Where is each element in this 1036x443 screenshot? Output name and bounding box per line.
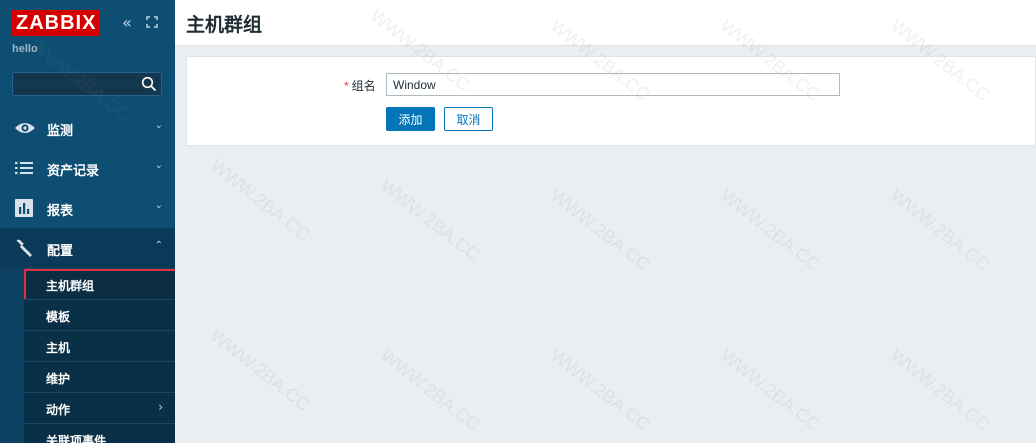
menu-item-label: 资产记录 xyxy=(47,163,100,178)
chevron-right-icon: › xyxy=(158,400,163,414)
submenu-item-label: 模板 xyxy=(46,310,71,324)
add-button[interactable]: 添加 xyxy=(386,107,435,131)
menu-item-inventory[interactable]: 资产记录 ⌄ xyxy=(0,148,175,188)
submenu-item-hosts[interactable]: 主机 xyxy=(24,330,175,361)
watermark-text: WWW.2BA.CC xyxy=(376,175,484,265)
watermark-text: WWW.2BA.CC xyxy=(546,345,654,435)
menu-item-monitoring[interactable]: 监测 ⌄ xyxy=(0,108,175,148)
submenu-item-label: 动作 xyxy=(46,403,71,417)
submenu-item-label: 维护 xyxy=(46,372,71,386)
submenu-item-label: 关联项事件 xyxy=(46,434,107,443)
group-name-input[interactable] xyxy=(386,73,840,96)
wrench-icon xyxy=(14,239,34,257)
watermark-text: WWW.2BA.CC xyxy=(716,185,824,275)
watermark-text: WWW.2BA.CC xyxy=(206,325,314,415)
menu-item-label: 配置 xyxy=(47,243,74,258)
cancel-button[interactable]: 取消 xyxy=(444,107,493,131)
menu-item-label: 报表 xyxy=(47,203,74,218)
list-icon xyxy=(14,159,34,177)
watermark-text: WWW.2BA.CC xyxy=(546,185,654,275)
submenu-item-label: 主机 xyxy=(46,341,71,355)
eye-icon xyxy=(14,119,35,137)
chevron-down-icon: ⌄ xyxy=(154,120,163,131)
group-name-label-text: 组名 xyxy=(351,79,376,93)
submenu-item-host-groups[interactable]: 主机群组 xyxy=(24,268,175,303)
kiosk-mode-icon[interactable] xyxy=(146,16,158,28)
collapse-sidebar-icon[interactable]: « xyxy=(120,14,134,32)
logo-row: ZABBIX xyxy=(12,10,101,36)
page-title: 主机群组 xyxy=(186,15,263,36)
configuration-submenu: 主机群组 模板 主机 维护 动作 › 关联项事件 xyxy=(24,268,175,443)
search-icon[interactable] xyxy=(141,76,157,92)
watermark-text: WWW.2BA.CC xyxy=(716,345,824,435)
server-name: hello xyxy=(12,43,38,55)
chevron-down-icon: ⌄ xyxy=(154,200,163,211)
submenu-strip xyxy=(0,268,24,443)
watermark-text: WWW.2BA.CC xyxy=(376,345,484,435)
submenu-item-actions[interactable]: 动作 › xyxy=(24,392,175,423)
chevron-down-icon: ⌄ xyxy=(154,160,163,171)
zabbix-logo[interactable]: ZABBIX xyxy=(12,10,101,36)
sidebar-search xyxy=(12,72,162,96)
submenu-item-label: 主机群组 xyxy=(46,279,95,293)
submenu-item-templates[interactable]: 模板 xyxy=(24,299,175,330)
main-menu: 监测 ⌄ 资产记录 ⌄ 报表 ⌄ 配置 ⌃ xyxy=(0,108,175,268)
group-name-label: * 组名 xyxy=(344,77,376,94)
menu-item-configuration[interactable]: 配置 ⌃ xyxy=(0,228,175,268)
search-input[interactable] xyxy=(13,73,137,95)
host-group-form: *组名 添加 取消 xyxy=(186,56,1036,146)
watermark-text: WWW.2BA.CC xyxy=(206,155,314,245)
menu-item-label: 监测 xyxy=(47,123,74,138)
chevron-up-icon: ⌃ xyxy=(154,240,163,251)
submenu-item-event-correlation[interactable]: 关联项事件 xyxy=(24,423,175,443)
sidebar: ZABBIX « hello 监测 ⌄ 资产记录 ⌄ 报表 ⌄ 配置 ⌃ 主机群… xyxy=(0,0,175,443)
submenu-item-maintenance[interactable]: 维护 xyxy=(24,361,175,392)
bar-chart-icon xyxy=(14,199,34,217)
page-header: 主机群组 xyxy=(175,0,1036,46)
watermark-text: WWW.2BA.CC xyxy=(886,185,994,275)
required-marker: * xyxy=(344,79,349,93)
menu-item-reports[interactable]: 报表 ⌄ xyxy=(0,188,175,228)
watermark-text: WWW.2BA.CC xyxy=(886,345,994,435)
